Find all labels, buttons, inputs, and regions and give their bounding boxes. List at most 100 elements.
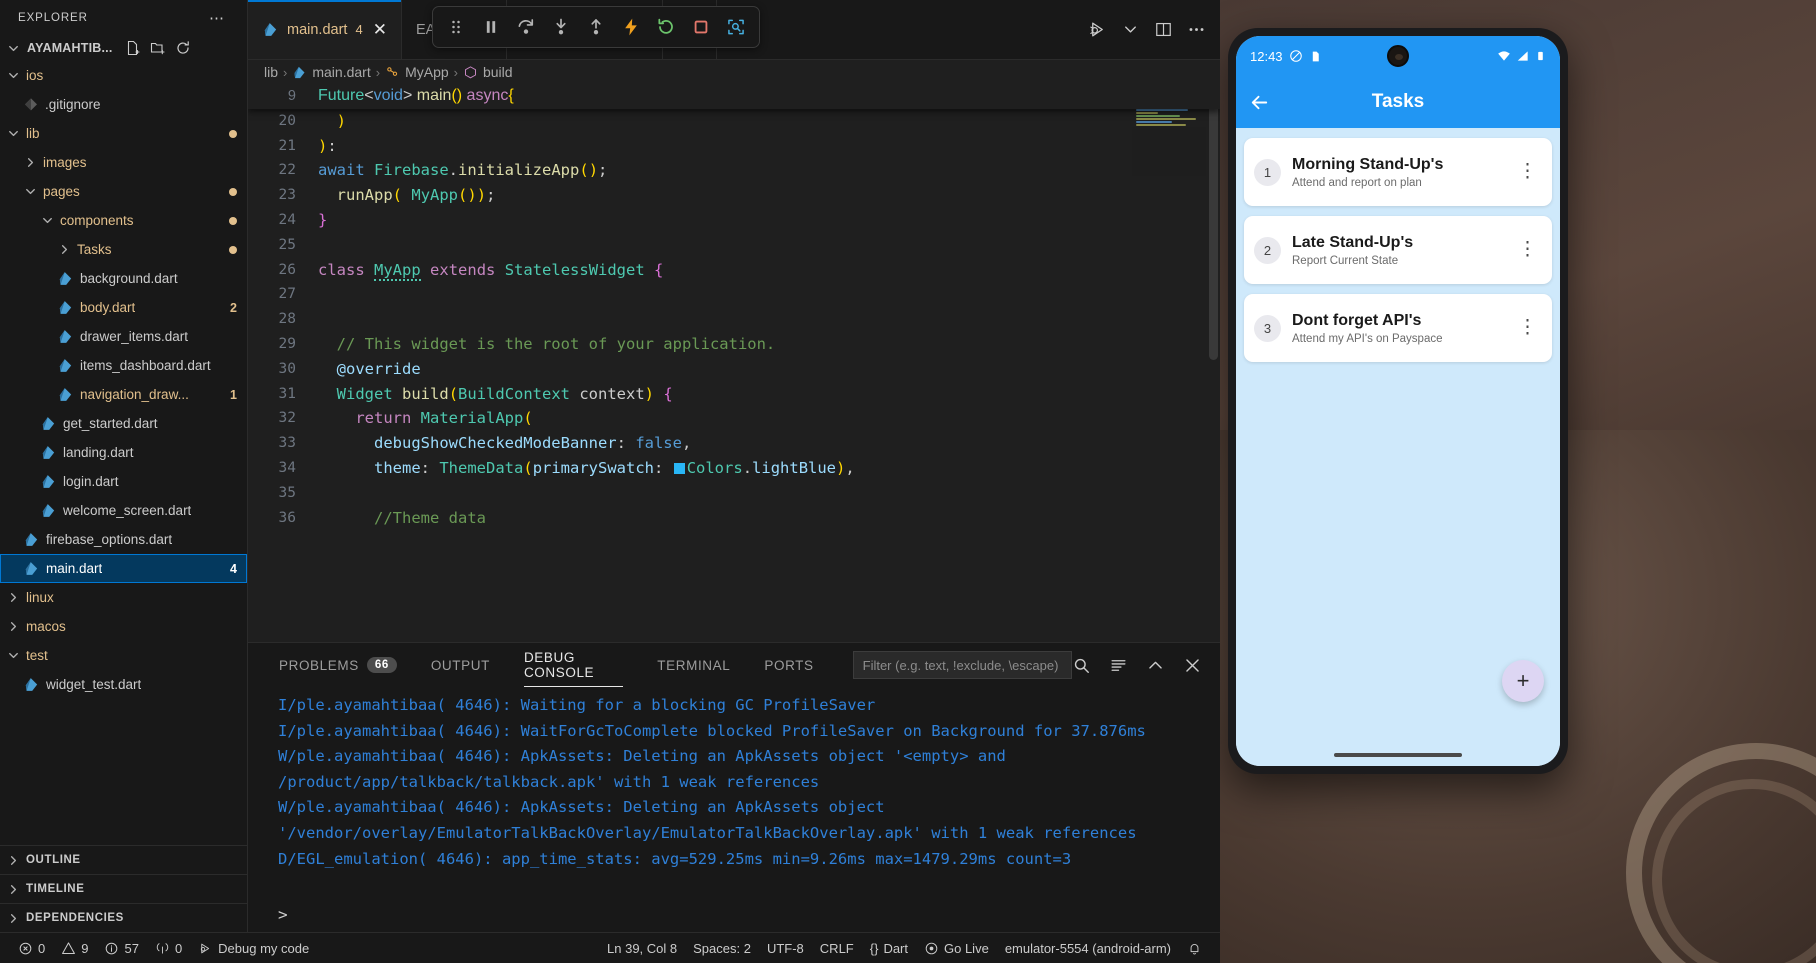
code-line[interactable]: 36 //Theme data [248,506,1220,531]
tab-problems[interactable]: PROBLEMS 66 [262,643,414,687]
collapse-panel-icon[interactable] [1146,656,1165,675]
breadcrumb-item-main-dart[interactable]: main.dart [312,64,370,80]
code-lines[interactable]: 19 storageBucket: class="str">"schedule-… [248,84,1220,530]
debug-console-output[interactable]: I/ple.ayamahtibaa( 4646): Waiting for a … [248,687,1220,905]
code-line[interactable]: 26 class MyApp extends StatelessWidget { [248,258,1220,283]
hot-restart-icon[interactable] [651,12,681,42]
code-line[interactable]: 34 theme: ThemeData(primarySwatch: Color… [248,456,1220,481]
breadcrumb-item-myapp[interactable]: MyApp [405,64,449,80]
code-line[interactable]: 27 [248,282,1220,307]
tree-item--gitignore[interactable]: .gitignore [0,90,247,119]
status-encoding[interactable]: UTF-8 [759,933,812,963]
search-icon[interactable] [1072,656,1091,675]
code-line[interactable]: 30 @override [248,357,1220,382]
status-language-mode[interactable]: {} Dart [862,933,916,963]
tree-item-images[interactable]: images [0,148,247,177]
code-line[interactable]: 23 runApp( MyApp()); [248,183,1220,208]
task-overflow-menu-icon[interactable]: ⋮ [1513,318,1542,338]
file-tree[interactable]: ios .gitignore lib images pages components Tas… [0,61,247,845]
code-line[interactable]: 29 // This widget is the root of your ap… [248,332,1220,357]
sidebar-section-outline[interactable]: OUTLINE [0,845,247,874]
breadcrumb-item-lib[interactable]: lib [264,64,278,80]
tab-debug-console[interactable]: DEBUG CONSOLE [507,643,640,687]
tree-item-items-dashboard-dart[interactable]: items_dashboard.dart [0,351,247,380]
sidebar-section-dependencies[interactable]: DEPENDENCIES [0,903,247,932]
tree-item-body-dart[interactable]: body.dart 2 [0,293,247,322]
status-debug-launch[interactable]: Debug my code [190,933,317,963]
status-eol[interactable]: CRLF [812,933,862,963]
stop-icon[interactable] [686,12,716,42]
code-line[interactable]: 28 [248,307,1220,332]
console-filter-input[interactable]: Filter (e.g. text, !exclude, \escape) [852,651,1072,679]
close-panel-icon[interactable] [1183,656,1202,675]
code-line[interactable]: 32 return MaterialApp( [248,406,1220,431]
status-errors[interactable]: 0 [10,933,53,963]
code-line[interactable]: 31 Widget build(BuildContext context) { [248,382,1220,407]
status-device[interactable]: emulator-5554 (android-arm) [997,933,1179,963]
explorer-more-icon[interactable]: ⋯ [209,9,237,27]
tree-item-ios[interactable]: ios [0,61,247,90]
run-and-debug-icon[interactable] [1088,20,1107,39]
drag-handle-icon[interactable] [441,12,471,42]
code-line[interactable]: 24} [248,208,1220,233]
task-card[interactable]: 1 Morning Stand-Up's Attend and report o… [1244,138,1552,206]
code-line[interactable]: 35 [248,481,1220,506]
task-overflow-menu-icon[interactable]: ⋮ [1513,240,1542,260]
breadcrumb-item-build[interactable]: build [483,64,513,80]
tree-item-main-dart[interactable]: main.dart 4 [0,554,247,583]
editor-scrollbar[interactable] [1209,100,1218,360]
more-actions-icon[interactable] [1187,20,1206,39]
task-card[interactable]: 3 Dont forget API's Attend my API's on P… [1244,294,1552,362]
status-notifications[interactable] [1179,933,1210,963]
hot-reload-icon[interactable] [616,12,646,42]
new-folder-icon[interactable] [150,40,166,56]
debug-toolbar[interactable] [432,6,760,48]
task-overflow-menu-icon[interactable]: ⋮ [1513,162,1542,182]
tab-output[interactable]: OUTPUT [414,643,507,687]
tree-item-macos[interactable]: macos [0,612,247,641]
clear-console-icon[interactable] [1109,656,1128,675]
tree-item-tasks[interactable]: Tasks [0,235,247,264]
status-ports[interactable]: 0 [147,933,190,963]
step-over-icon[interactable] [511,12,541,42]
code-line[interactable]: 21): [248,134,1220,159]
sidebar-section-timeline[interactable]: TIMELINE [0,874,247,903]
tree-item-linux[interactable]: linux [0,583,247,612]
code-line[interactable]: 33 debugShowCheckedModeBanner: false, [248,431,1220,456]
status-indentation[interactable]: Spaces: 2 [685,933,759,963]
tree-item-welcome-screen-dart[interactable]: welcome_screen.dart [0,496,247,525]
status-infos[interactable]: 57 [96,933,146,963]
code-line[interactable]: 25 [248,233,1220,258]
code-editor[interactable]: 19 storageBucket: class="str">"schedule-… [248,84,1220,642]
new-file-icon[interactable] [125,40,141,56]
split-editor-icon[interactable] [1154,20,1173,39]
console-prompt[interactable]: > [278,905,288,924]
close-icon[interactable]: ✕ [373,21,387,38]
tree-item-lib[interactable]: lib [0,119,247,148]
code-line[interactable]: 20 ) [248,109,1220,134]
chevron-down-icon[interactable] [1121,20,1140,39]
step-into-icon[interactable] [546,12,576,42]
tree-item-pages[interactable]: pages [0,177,247,206]
code-line[interactable]: 22 await Firebase.initializeApp(); [248,158,1220,183]
refresh-explorer-icon[interactable] [175,40,191,56]
status-cursor-position[interactable]: Ln 39, Col 8 [599,933,685,963]
breadcrumb[interactable]: lib › main.dart › MyApp › build [248,60,1220,84]
tab-terminal[interactable]: TERMINAL [640,643,747,687]
tab-main-dart[interactable]: main.dart 4 ✕ [248,0,402,59]
workspace-root-row[interactable]: AYAMAHTIB... [0,35,247,61]
tree-item-firebase-options-dart[interactable]: firebase_options.dart [0,525,247,554]
status-go-live[interactable]: Go Live [916,933,997,963]
tree-item-get-started-dart[interactable]: get_started.dart [0,409,247,438]
tree-item-landing-dart[interactable]: landing.dart [0,438,247,467]
inspect-widget-icon[interactable] [721,12,751,42]
sticky-scroll-line[interactable]: 9 Future<void> main() async{ [248,84,1220,109]
tree-item-login-dart[interactable]: login.dart [0,467,247,496]
step-out-icon[interactable] [581,12,611,42]
tree-item-navigation-draw-[interactable]: navigation_draw... 1 [0,380,247,409]
task-card[interactable]: 2 Late Stand-Up's Report Current State ⋮ [1244,216,1552,284]
tree-item-widget-test-dart[interactable]: widget_test.dart [0,670,247,699]
tree-item-drawer-items-dart[interactable]: drawer_items.dart [0,322,247,351]
status-warnings[interactable]: 9 [53,933,96,963]
pause-icon[interactable] [476,12,506,42]
